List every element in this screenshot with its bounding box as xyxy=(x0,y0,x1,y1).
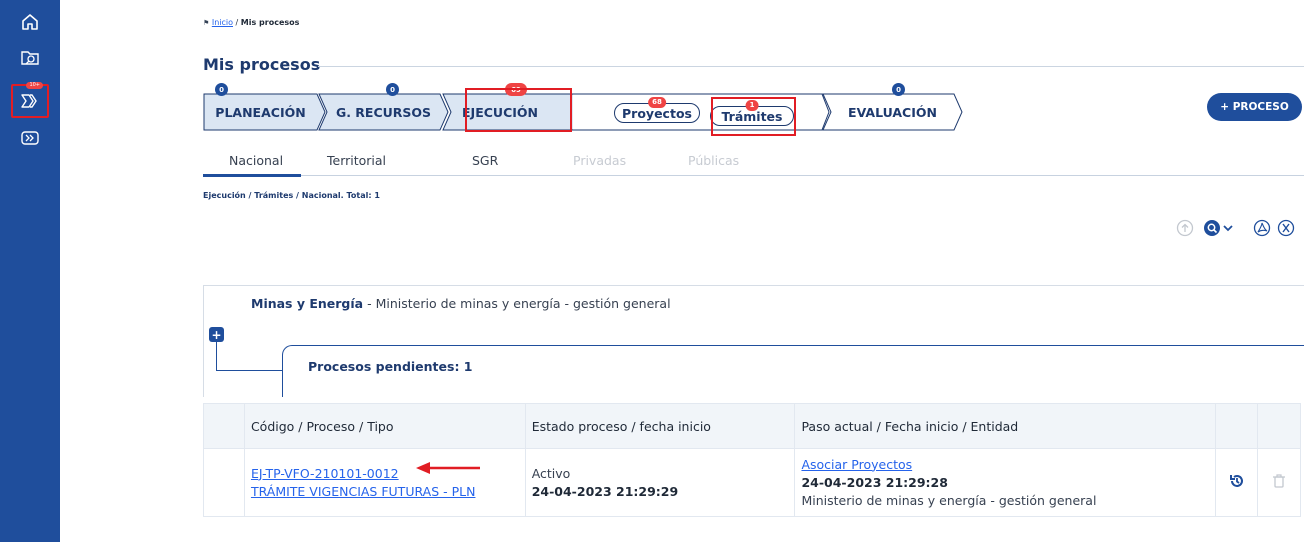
substep-tramites-count: 1 xyxy=(745,100,759,111)
pending-label: Procesos pendientes: 1 xyxy=(308,359,473,374)
step-recursos-label: G. RECURSOS xyxy=(335,104,432,120)
new-process-button[interactable]: + PROCESO xyxy=(1207,93,1302,121)
sidebar-home-button[interactable] xyxy=(11,8,49,36)
breadcrumb: ⚑ Inicio / Mis procesos xyxy=(203,18,299,27)
group-title: Minas y Energía - Ministerio de minas y … xyxy=(251,296,671,311)
row-blank xyxy=(203,448,245,517)
sidebar-badge: 10+ xyxy=(26,82,43,89)
tree-connector-h xyxy=(216,370,283,371)
sidebar-search-button[interactable] xyxy=(11,44,49,72)
group-sep: - xyxy=(363,296,376,311)
process-start-date: 24-04-2023 21:29:29 xyxy=(531,483,679,499)
cell-step: Asociar Proyectos 24-04-2023 21:29:28 Mi… xyxy=(794,448,1217,517)
step-evaluacion[interactable]: 0 EVALUACIÓN xyxy=(822,83,963,131)
upload-icon xyxy=(1176,219,1194,237)
header-code: Código / Proceso / Tipo xyxy=(243,403,526,449)
step-planeacion[interactable]: 0 PLANEACIÓN xyxy=(203,83,326,131)
step-recursos[interactable]: 0 G. RECURSOS xyxy=(318,83,449,131)
process-table: Código / Proceso / Tipo Estado proceso /… xyxy=(203,403,1301,517)
header-status: Estado proceso / fecha inicio xyxy=(524,403,796,449)
title-divider xyxy=(318,66,1304,67)
header-action1 xyxy=(1215,403,1258,449)
pdf-icon xyxy=(1253,219,1271,237)
pdf-export-button[interactable] xyxy=(1252,218,1272,238)
header-step: Paso actual / Fecha inicio / Entidad xyxy=(794,403,1217,449)
tab-publicas: Públicas xyxy=(688,153,740,168)
substep-proyectos-count: 68 xyxy=(648,97,666,108)
upload-button[interactable] xyxy=(1175,218,1195,238)
table-row: EJ-TP-VFO-210101-0012 TRÁMITE VIGENCIAS … xyxy=(203,448,1301,517)
process-status: Activo xyxy=(531,465,571,481)
step-recursos-count: 0 xyxy=(386,83,399,96)
step-entity: Ministerio de minas y energía - gestión … xyxy=(801,492,1097,508)
cell-code: EJ-TP-VFO-210101-0012 TRÁMITE VIGENCIAS … xyxy=(243,448,526,517)
current-step-link[interactable]: Asociar Proyectos xyxy=(801,456,1215,474)
page-title: Mis procesos xyxy=(203,55,321,74)
sidebar-process-alt-button[interactable] xyxy=(11,124,49,152)
tabs: Nacional Territorial SGR Privadas Públic… xyxy=(203,150,1304,176)
tree-connector xyxy=(216,342,217,370)
search-folder-icon xyxy=(21,51,39,65)
step-evaluacion-label: EVALUACIÓN xyxy=(848,104,937,120)
home-icon: ⚑ xyxy=(203,19,210,27)
step-planeacion-count: 0 xyxy=(215,83,228,96)
group-entity: Ministerio de minas y energía - gestión … xyxy=(375,296,671,311)
process-name-link[interactable]: TRÁMITE VIGENCIAS FUTURAS - PLN xyxy=(251,483,525,501)
history-icon[interactable] xyxy=(1229,473,1245,489)
step-ejecucion-count: 69 xyxy=(505,83,527,96)
tab-sgr[interactable]: SGR xyxy=(472,153,498,168)
sidebar-process-button[interactable]: 10+ xyxy=(11,82,49,118)
header-blank xyxy=(203,403,245,449)
search-filter-icon xyxy=(1204,220,1233,236)
step-ejecucion[interactable]: 69 EJECUCIÓN xyxy=(442,83,582,131)
table-header-row: Código / Proceso / Tipo Estado proceso /… xyxy=(203,403,1301,449)
process-code-link[interactable]: EJ-TP-VFO-210101-0012 xyxy=(251,465,525,483)
trash-icon[interactable] xyxy=(1272,473,1286,489)
tab-privadas: Privadas xyxy=(573,153,627,168)
header-action2 xyxy=(1257,403,1301,449)
cell-history xyxy=(1215,448,1258,517)
process-alt-icon xyxy=(21,131,39,145)
step-ejecucion-label: EJECUCIÓN xyxy=(462,104,538,120)
tab-territorial[interactable]: Territorial xyxy=(327,153,386,168)
annotation-arrow-icon xyxy=(416,462,480,474)
breadcrumb-home-link[interactable]: Inicio xyxy=(212,18,233,27)
step-evaluacion-count: 0 xyxy=(892,83,905,96)
substep-tramites[interactable]: 1 Trámites xyxy=(710,100,794,126)
breadcrumb-separator: / xyxy=(235,18,239,27)
search-filter-button[interactable] xyxy=(1203,218,1235,238)
process-icon xyxy=(21,94,37,108)
step-planeacion-label: PLANEACIÓN xyxy=(215,104,306,120)
tab-nacional[interactable]: Nacional xyxy=(229,153,283,168)
sidebar: 10+ xyxy=(0,0,60,542)
cell-delete xyxy=(1257,448,1301,517)
step-date: 24-04-2023 21:29:28 xyxy=(801,474,948,490)
substep-proyectos[interactable]: 68 Proyectos xyxy=(614,97,700,123)
breadcrumb-current: Mis procesos xyxy=(240,18,300,27)
expand-button[interactable]: + xyxy=(209,327,224,342)
results-summary: Ejecución / Trámites / Nacional. Total: … xyxy=(203,191,380,200)
active-tab-indicator xyxy=(203,174,301,177)
group-sector: Minas y Energía xyxy=(251,296,364,311)
excel-export-button[interactable] xyxy=(1276,218,1296,238)
cell-status: Activo 24-04-2023 21:29:29 xyxy=(524,448,796,517)
home-icon xyxy=(22,14,38,30)
excel-icon xyxy=(1277,219,1295,237)
